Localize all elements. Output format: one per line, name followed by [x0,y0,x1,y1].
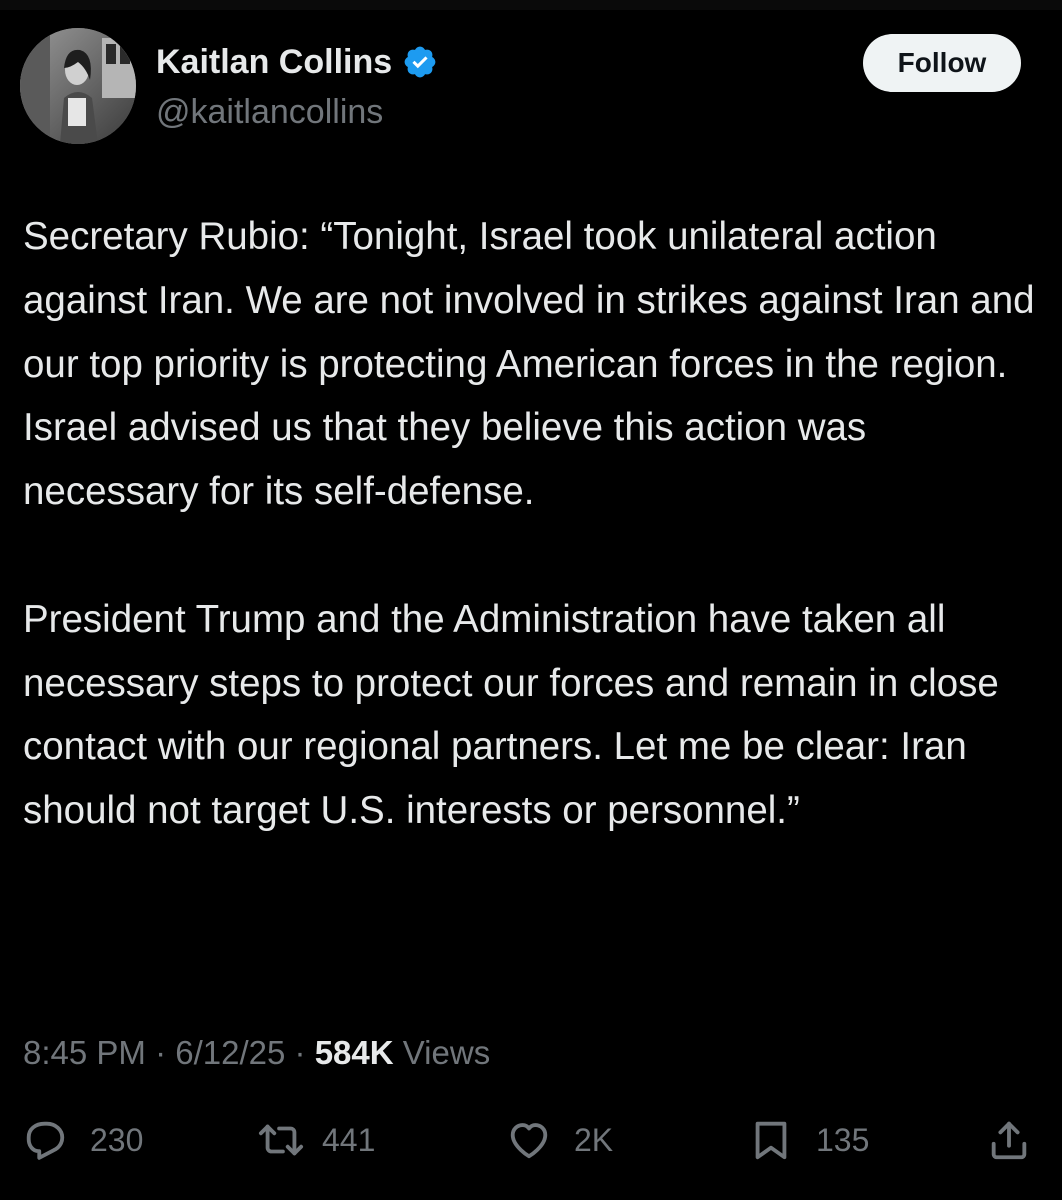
follow-button[interactable]: Follow [863,34,1021,92]
tweet-text: Secretary Rubio: “Tonight, Israel took u… [23,205,1043,843]
tweet-header: Kaitlan Collins @kaitlancollins Follow [0,0,1062,160]
reply-count: 230 [90,1121,144,1158]
bookmark-count: 135 [816,1121,870,1158]
reply-icon [26,1121,65,1160]
like-button[interactable]: 2K [506,1110,613,1170]
display-name[interactable]: Kaitlan Collins [156,42,392,82]
reply-button[interactable]: 230 [22,1110,143,1170]
tweet-paragraph: President Trump and the Administration h… [23,597,999,833]
repost-icon [258,1124,304,1156]
bookmark-button[interactable]: 135 [748,1110,869,1170]
share-button[interactable] [986,1110,1032,1170]
avatar-image [20,28,136,144]
heart-icon [510,1123,548,1159]
avatar[interactable] [20,28,136,144]
verified-badge-icon[interactable] [402,44,438,80]
like-count: 2K [574,1121,614,1158]
meta-separator: · [155,1034,167,1071]
share-icon [991,1121,1027,1160]
bookmark-icon [755,1121,787,1160]
repost-count: 441 [322,1121,376,1158]
tweet-time[interactable]: 8:45 PM [23,1034,146,1071]
tweet-paragraph: Secretary Rubio: “Tonight, Israel took u… [23,215,1035,514]
tweet-date[interactable]: 6/12/25 [175,1034,285,1071]
user-handle[interactable]: @kaitlancollins [156,92,383,132]
meta-separator: · [294,1034,306,1071]
repost-button[interactable]: 441 [258,1110,375,1170]
name-row: Kaitlan Collins [156,42,438,82]
tweet-meta: 8:45 PM · 6/12/25 · 584K Views [23,1030,490,1076]
views-label: Views [402,1034,491,1071]
action-bar: 230 441 2K 135 [0,1110,1062,1170]
views-count[interactable]: 584K [315,1034,394,1071]
